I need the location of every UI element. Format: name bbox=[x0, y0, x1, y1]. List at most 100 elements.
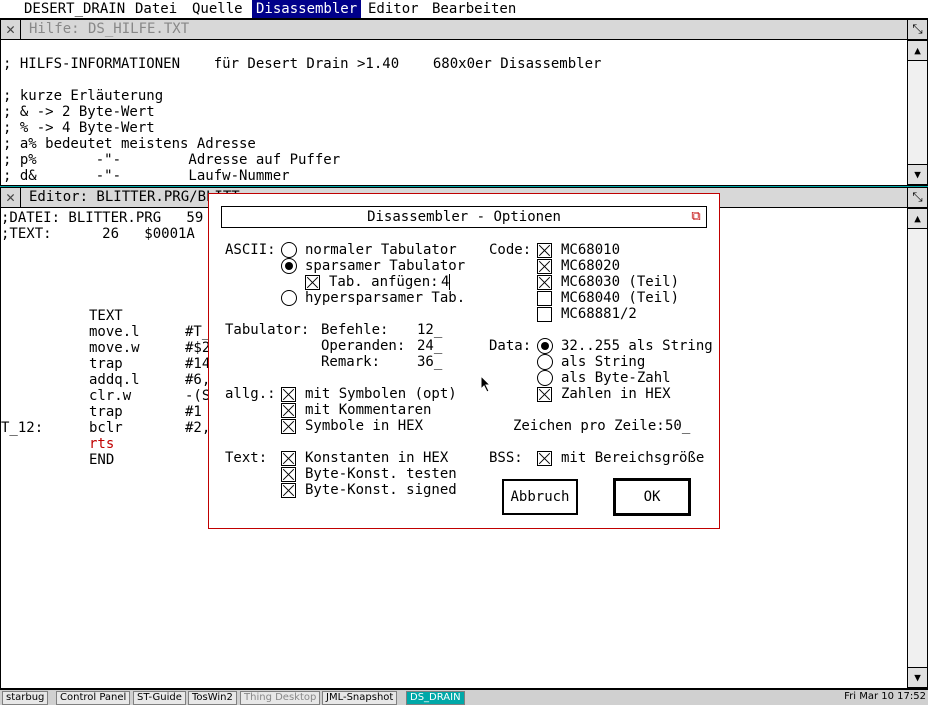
checkbox-byte-signed[interactable] bbox=[281, 483, 296, 498]
menu-bearbeiten[interactable]: Bearbeiten bbox=[428, 0, 520, 18]
mc68030-label[interactable]: MC68030 (Teil) bbox=[561, 274, 679, 290]
fuller-icon[interactable]: ⤡ bbox=[907, 20, 927, 39]
ascii-label: ASCII: bbox=[225, 242, 276, 258]
code-operand: #T_ bbox=[185, 324, 211, 340]
code-operand: #2, bbox=[185, 420, 211, 436]
mc68040-label[interactable]: MC68040 (Teil) bbox=[561, 290, 679, 306]
help-line: ; % -> 4 Byte-Wert bbox=[3, 120, 155, 136]
menu-datei[interactable]: Datei bbox=[131, 0, 181, 18]
radio-normal-tab[interactable] bbox=[281, 242, 297, 258]
menu-disassembler[interactable]: Disassembler bbox=[252, 0, 362, 18]
scroll-down-icon[interactable]: ▼ bbox=[908, 164, 927, 185]
symbols-hex-label[interactable]: Symbole in HEX bbox=[305, 418, 423, 434]
task-st-guide[interactable]: ST-Guide bbox=[133, 691, 186, 705]
close-icon[interactable]: ✕ bbox=[1, 20, 21, 39]
remark-input[interactable]: 36_ bbox=[417, 354, 442, 370]
checkbox-mc68030[interactable] bbox=[537, 275, 552, 290]
data-string-label[interactable]: als String bbox=[561, 354, 645, 370]
code-opcode: END bbox=[89, 452, 115, 468]
checkbox-mc68020[interactable] bbox=[537, 259, 552, 274]
text-label: Text: bbox=[225, 450, 268, 466]
befehle-label: Befehle: bbox=[321, 322, 389, 338]
mc68010-label[interactable]: MC68010 bbox=[561, 242, 620, 258]
radio-data-string-range[interactable] bbox=[537, 338, 553, 354]
radio-data-byte[interactable] bbox=[537, 370, 553, 386]
fuller-icon[interactable]: ⤡ bbox=[907, 188, 927, 207]
menu-app[interactable]: DESERT_DRAIN bbox=[20, 0, 129, 18]
code-operand: #6, bbox=[185, 372, 211, 388]
editor-scrollbar[interactable]: ▲ ▼ bbox=[907, 208, 927, 688]
ok-button[interactable]: OK bbox=[613, 478, 691, 516]
help-line: ; HILFS-INFORMATIONEN für Desert Drain >… bbox=[3, 56, 602, 72]
dialog-title: Disassembler - Optionen bbox=[367, 209, 561, 225]
mc68881-label[interactable]: MC68881/2 bbox=[561, 306, 637, 322]
byte-test-label[interactable]: Byte-Konst. testen bbox=[305, 466, 457, 482]
help-line: ; & -> 2 Byte-Wert bbox=[3, 104, 155, 120]
window-icon[interactable]: ⧉ bbox=[688, 209, 704, 225]
help-titlebar[interactable]: ✕ Hilfe: DS_HILFE.TXT ⤡ bbox=[1, 20, 927, 40]
checkbox-bss-size[interactable] bbox=[537, 451, 552, 466]
help-title: Hilfe: DS_HILFE.TXT bbox=[29, 21, 190, 37]
task-control-panel[interactable]: Control Panel bbox=[56, 691, 131, 705]
bss-label: BSS: bbox=[489, 450, 523, 466]
help-line: ; kurze Erläuterung bbox=[3, 88, 164, 104]
chars-per-line-label: Zeichen pro Zeile: bbox=[513, 418, 665, 434]
code-label: T_12: bbox=[1, 420, 44, 436]
checkbox-symbols-hex[interactable] bbox=[281, 419, 296, 434]
symbols-label[interactable]: mit Symbolen (opt) bbox=[305, 386, 457, 402]
checkbox-byte-test[interactable] bbox=[281, 467, 296, 482]
editor-header-line: ;TEXT: 26 $0001A bbox=[1, 226, 195, 242]
data-string-range-label[interactable]: 32..255 als String bbox=[561, 338, 713, 354]
data-label: Data: bbox=[489, 338, 532, 354]
comments-label[interactable]: mit Kommentaren bbox=[305, 402, 431, 418]
radio-hypersparse-tab-label[interactable]: hypersparsamer Tab. bbox=[305, 290, 465, 306]
befehle-input[interactable]: 12_ bbox=[417, 322, 442, 338]
chars-per-line-input[interactable]: 50_ bbox=[665, 418, 690, 434]
radio-sparse-tab[interactable] bbox=[281, 258, 297, 274]
help-scrollbar[interactable]: ▲ ▼ bbox=[907, 40, 927, 185]
checkbox-symbols[interactable] bbox=[281, 387, 296, 402]
code-opcode: addq.l bbox=[89, 372, 140, 388]
radio-sparse-tab-label[interactable]: sparsamer Tabulator bbox=[305, 258, 465, 274]
code-opcode: move.w bbox=[89, 340, 140, 356]
byte-signed-label[interactable]: Byte-Konst. signed bbox=[305, 482, 457, 498]
task-ds-drain[interactable]: DS_DRAIN bbox=[406, 691, 465, 705]
task-jml-snapshot[interactable]: JML-Snapshot bbox=[322, 691, 398, 705]
task-thing-desktop[interactable]: Thing Desktop bbox=[240, 691, 321, 705]
bss-size-label[interactable]: mit Bereichsgröße bbox=[561, 450, 704, 466]
checkbox-comments[interactable] bbox=[281, 403, 296, 418]
checkbox-const-hex[interactable] bbox=[281, 451, 296, 466]
menu-quelle[interactable]: Quelle bbox=[188, 0, 247, 18]
code-label: Code: bbox=[489, 242, 532, 258]
task-toswin2[interactable]: TosWin2 bbox=[188, 691, 237, 705]
mc68020-label[interactable]: MC68020 bbox=[561, 258, 620, 274]
radio-data-string[interactable] bbox=[537, 354, 553, 370]
scroll-up-icon[interactable]: ▲ bbox=[908, 40, 927, 61]
checkbox-mc68881[interactable] bbox=[537, 307, 552, 322]
code-opcode: TEXT bbox=[89, 308, 123, 324]
numbers-hex-label[interactable]: Zahlen in HEX bbox=[561, 386, 671, 402]
operanden-input[interactable]: 24_ bbox=[417, 338, 442, 354]
checkbox-mc68010[interactable] bbox=[537, 243, 552, 258]
mouse-pointer-icon bbox=[480, 375, 492, 393]
menu-editor[interactable]: Editor bbox=[364, 0, 423, 18]
checkbox-tab-append[interactable] bbox=[305, 275, 320, 290]
scroll-up-icon[interactable]: ▲ bbox=[908, 208, 927, 229]
cancel-button[interactable]: Abbruch bbox=[502, 479, 578, 515]
dialog-header[interactable]: Disassembler - Optionen ⧉ bbox=[221, 206, 707, 228]
const-hex-label[interactable]: Konstanten in HEX bbox=[305, 450, 448, 466]
checkbox-numbers-hex[interactable] bbox=[537, 387, 552, 402]
code-operand: #14 bbox=[185, 356, 211, 372]
scroll-down-icon[interactable]: ▼ bbox=[908, 667, 927, 688]
tab-append-input[interactable]: 4 bbox=[441, 274, 451, 290]
menu-bar: DESERT_DRAIN Datei Quelle Disassembler E… bbox=[0, 0, 928, 19]
tab-append-label[interactable]: Tab. anfügen: bbox=[329, 274, 439, 290]
checkbox-mc68040[interactable] bbox=[537, 291, 552, 306]
radio-hypersparse-tab[interactable] bbox=[281, 290, 297, 306]
data-byte-label[interactable]: als Byte-Zahl bbox=[561, 370, 671, 386]
task-starbug[interactable]: starbug bbox=[2, 691, 49, 705]
radio-normal-tab-label[interactable]: normaler Tabulator bbox=[305, 242, 457, 258]
close-icon[interactable]: ✕ bbox=[1, 188, 21, 207]
code-operand: #$2 bbox=[185, 340, 211, 356]
operanden-label: Operanden: bbox=[321, 338, 406, 354]
